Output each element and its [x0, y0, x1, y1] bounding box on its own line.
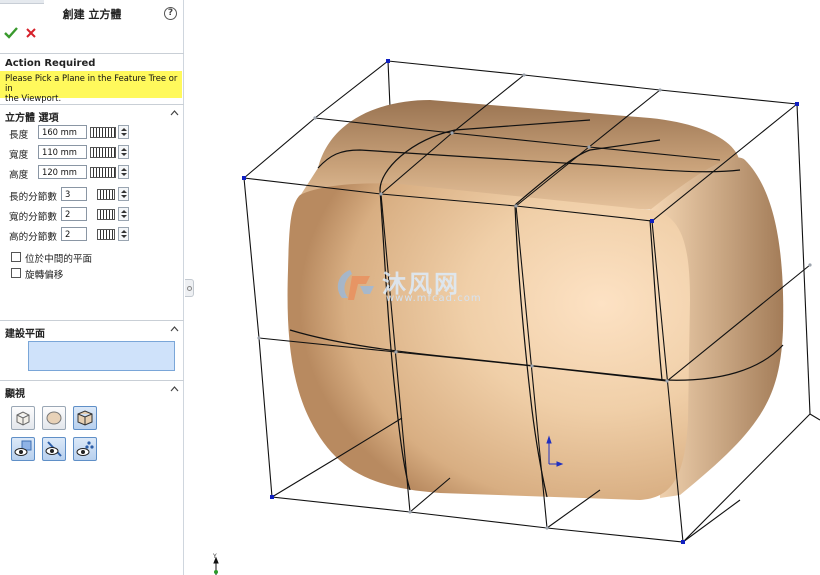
length-segments-spinner[interactable]: [118, 187, 129, 201]
height-label: 高度: [9, 170, 29, 181]
length-spinner[interactable]: [118, 125, 129, 139]
shaded-ellipse-icon: [46, 411, 62, 425]
length-segments-thumbwheel-icon[interactable]: [97, 189, 115, 200]
setup-plane-title: 建設平面: [5, 329, 45, 340]
width-segments-input[interactable]: 2: [61, 207, 87, 221]
view-axis-icon: [213, 556, 219, 575]
height-input[interactable]: 120 mm: [38, 165, 87, 179]
length-thumbwheel-icon[interactable]: [90, 127, 116, 138]
watermark-url: www.mfcad.com: [386, 293, 482, 304]
property-manager-panel: 創建 立方體 ? Action Required Please Pick a P…: [0, 0, 184, 575]
width-input[interactable]: 110 mm: [38, 145, 87, 159]
mid-plane-checkbox[interactable]: [11, 252, 21, 262]
help-icon[interactable]: ?: [164, 7, 177, 20]
length-segments-label: 長的分節數: [9, 192, 57, 203]
view-plane-button[interactable]: [11, 437, 35, 461]
chevron-up-icon[interactable]: [170, 326, 179, 332]
action-message-line1: Please Pick a Plane in the Feature Tree …: [5, 73, 178, 93]
view-points-button[interactable]: [73, 437, 97, 461]
view-edge-button[interactable]: [42, 437, 66, 461]
cage-box-icon: [77, 410, 93, 426]
setup-plane-selection-box[interactable]: [28, 341, 175, 371]
ok-checkmark-icon[interactable]: [4, 26, 18, 40]
width-spinner[interactable]: [118, 145, 129, 159]
height-segments-spinner[interactable]: [118, 227, 129, 241]
mid-plane-label: 位於中間的平面: [25, 254, 93, 265]
height-segments-thumbwheel-icon[interactable]: [97, 229, 115, 240]
action-required-message: Please Pick a Plane in the Feature Tree …: [0, 71, 182, 103]
feature-title: 創建 立方體: [62, 8, 122, 21]
action-required-header: Action Required: [0, 53, 184, 69]
options-section-header[interactable]: 立方體 選項: [0, 104, 184, 124]
height-thumbwheel-icon[interactable]: [90, 167, 116, 178]
chevron-up-icon[interactable]: [170, 110, 179, 116]
display-section-title: 顯視: [5, 389, 25, 400]
width-thumbwheel-icon[interactable]: [90, 147, 116, 158]
display-cage-button[interactable]: [73, 406, 97, 430]
options-section-title: 立方體 選項: [5, 113, 59, 124]
action-required-title: Action Required: [5, 58, 96, 69]
cancel-x-icon[interactable]: [24, 26, 38, 40]
width-segments-label: 寬的分節數: [9, 212, 57, 223]
box-icon: [16, 411, 30, 426]
3d-model-view[interactable]: [185, 0, 820, 575]
length-segments-input[interactable]: 3: [61, 187, 87, 201]
eye-points-icon: [76, 441, 94, 456]
chevron-up-icon[interactable]: [170, 386, 179, 392]
width-segments-thumbwheel-icon[interactable]: [97, 209, 115, 220]
length-label: 長度: [9, 130, 29, 141]
eye-plane-icon: [14, 440, 32, 456]
rotate-offset-checkbox[interactable]: [11, 268, 21, 278]
setup-plane-header[interactable]: 建設平面: [0, 320, 184, 340]
display-shaded-button[interactable]: [42, 406, 66, 430]
width-label: 寬度: [9, 150, 29, 161]
height-segments-label: 高的分節數: [9, 232, 57, 243]
height-spinner[interactable]: [118, 165, 129, 179]
display-section-header[interactable]: 顯視: [0, 380, 184, 400]
display-box-button[interactable]: [11, 406, 35, 430]
axis-y-label: Y: [213, 553, 217, 560]
graphics-viewport[interactable]: [185, 0, 820, 575]
action-message-line2: the Viewport.: [5, 93, 62, 103]
width-segments-spinner[interactable]: [118, 207, 129, 221]
eye-edge-icon: [45, 441, 62, 457]
rotate-offset-label: 旋轉偏移: [25, 270, 64, 281]
height-segments-input[interactable]: 2: [61, 227, 87, 241]
panel-title-row: 創建 立方體 ?: [0, 3, 184, 23]
length-input[interactable]: 160 mm: [38, 125, 87, 139]
panel-collapse-handle[interactable]: [185, 279, 194, 297]
